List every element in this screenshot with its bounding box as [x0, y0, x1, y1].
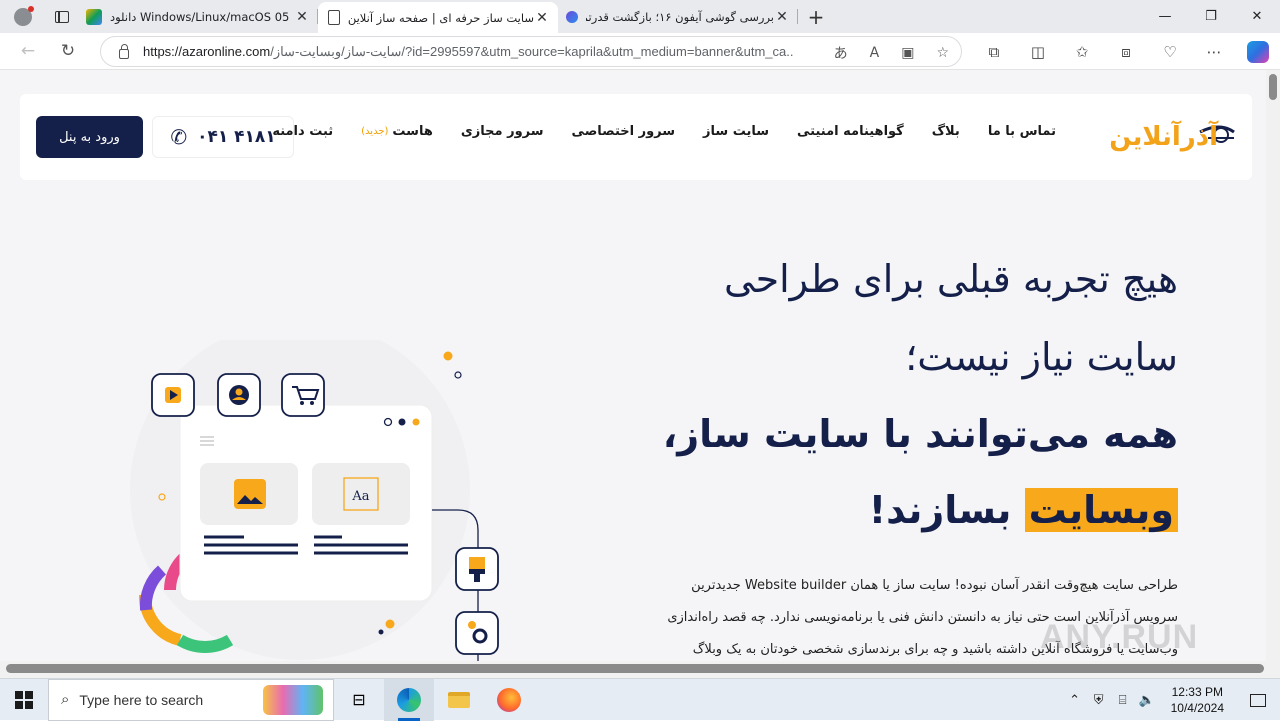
hero-heading: هیچ تجربه قبلی برای طراحی سایت نیاز نیست… — [618, 240, 1178, 548]
nav-blog[interactable]: بلاگ — [918, 124, 974, 139]
volume-icon[interactable]: 🔈 — [1135, 693, 1159, 708]
site-builder-illustration: Aa — [110, 320, 530, 661]
tab-title: سایت ساز حرفه ای | صفحه ساز آنلاین — [348, 10, 534, 25]
split-screen-icon[interactable]: ◫ — [1016, 33, 1060, 70]
firefox-button[interactable] — [484, 679, 534, 721]
vertical-scrollbar[interactable] — [1266, 70, 1280, 661]
extensions-icon[interactable]: ⧉ — [972, 33, 1016, 70]
edge-icon — [397, 687, 421, 712]
tab-title: دانلود Windows/Linux/macOS 05 — [110, 9, 290, 24]
hero-line-3: همه می‌توانند با سایت ساز، — [662, 412, 1178, 456]
file-explorer-button[interactable] — [434, 679, 484, 721]
login-panel-button[interactable]: ورود به پنل — [36, 116, 143, 158]
nav-site-builder[interactable]: سایت ساز — [689, 124, 783, 139]
main-nav: ثبت دامنه هاست (جدید) سرور مجازی سرور اخت… — [258, 124, 1070, 139]
restore-button[interactable]: ❐ — [1188, 0, 1234, 33]
phone-icon: ✆ — [170, 125, 188, 149]
description-line: طراحی سایت هیچ‌وقت انقدر آسان نبوده! سای… — [691, 578, 1178, 593]
favorites-icon[interactable]: ✩ — [1060, 33, 1104, 70]
windows-taskbar: ⌕ Type here to search ⊟ ⌃ ⛨ ⌸ 🔈 12:33 PM… — [0, 678, 1280, 721]
nav-vps[interactable]: سرور مجازی — [447, 124, 558, 139]
tab-close-icon[interactable]: ✕ — [294, 9, 310, 25]
task-view-button[interactable]: ⊟ — [334, 679, 384, 721]
search-placeholder: Type here to search — [79, 691, 204, 708]
clock[interactable]: 12:33 PM 10/4/2024 — [1159, 684, 1236, 716]
notification-dot — [28, 6, 34, 12]
watermark: ANY.RUN — [1040, 618, 1199, 656]
tab-favicon-icon — [86, 8, 102, 25]
security-icon[interactable]: ⛨ — [1087, 693, 1111, 708]
favorite-star-icon[interactable]: ☆ — [936, 45, 949, 61]
back-button[interactable]: ← — [8, 33, 48, 70]
firefox-icon — [497, 687, 521, 712]
tab-2-active[interactable]: سایت ساز حرفه ای | صفحه ساز آنلاین ✕ — [318, 2, 558, 33]
copilot-button[interactable] — [1236, 33, 1280, 70]
read-aloud-icon[interactable]: A — [870, 45, 880, 61]
translate-icon[interactable]: あ — [834, 43, 848, 63]
more-menu-icon[interactable]: ⋯ — [1192, 33, 1236, 70]
browser-essentials-icon[interactable]: ♡ — [1148, 33, 1192, 70]
copilot-icon — [1247, 40, 1269, 63]
tab-title: بررسی گوشی آیفون ۱۶؛ بازگشت قدرتمند — [586, 9, 774, 24]
profile-button[interactable] — [0, 0, 46, 33]
tab-favicon-icon — [566, 10, 578, 23]
search-icon: ⌕ — [61, 691, 70, 708]
site-header: آذرآنلاین ثبت دامنه هاست (جدید) سرور مجاز… — [20, 94, 1252, 180]
hero-line-2: سایت نیاز نیست؛ — [905, 335, 1178, 379]
hero-highlight: وبسایت — [1024, 488, 1178, 532]
site-logo[interactable]: آذرآنلاین — [1109, 118, 1236, 158]
url-field[interactable]: https://azaronline.com/سایت-ساز/وبسایت-س… — [100, 36, 962, 67]
immersive-reader-icon[interactable]: ▣ — [901, 45, 914, 61]
tab-close-icon[interactable]: ✕ — [534, 10, 550, 26]
folder-icon — [448, 691, 470, 708]
search-highlight-icon — [263, 684, 323, 715]
new-badge: (جدید) — [361, 126, 389, 137]
tab-actions-button[interactable] — [46, 0, 78, 33]
nav-dedicated-server[interactable]: سرور اختصاصی — [558, 124, 690, 139]
notification-icon — [1250, 693, 1266, 707]
svg-text:Aa: Aa — [351, 489, 369, 504]
show-hidden-icons-icon[interactable]: ⌃ — [1063, 693, 1087, 708]
lock-icon[interactable] — [119, 43, 129, 59]
tab-1[interactable]: دانلود Windows/Linux/macOS 05 ✕ — [78, 0, 318, 33]
tab-actions-icon — [55, 10, 69, 23]
phone-number-button[interactable]: ✆ ۰۴۱ ۴۱۸۱ — [152, 116, 294, 158]
horizontal-scrollbar[interactable] — [0, 661, 1280, 678]
url-text: https://azaronline.com/سایت-ساز/وبسایت-س… — [143, 43, 793, 59]
edge-taskbar-button[interactable] — [384, 678, 434, 721]
collections-icon[interactable]: ⧈ — [1104, 33, 1148, 70]
windows-logo-icon — [15, 690, 33, 709]
page-icon — [328, 10, 340, 25]
phone-number: ۰۴۱ ۴۱۸۱ — [197, 127, 276, 147]
tab-3[interactable]: بررسی گوشی آیفون ۱۶؛ بازگشت قدرتمند ✕ — [558, 0, 798, 33]
minimize-button[interactable]: — — [1142, 0, 1188, 33]
network-icon[interactable]: ⌸ — [1111, 693, 1135, 708]
taskbar-search[interactable]: ⌕ Type here to search — [48, 678, 334, 721]
clock-time: 12:33 PM — [1171, 685, 1223, 699]
tab-close-icon[interactable]: ✕ — [774, 9, 790, 25]
hero-line-1: هیچ تجربه قبلی برای طراحی — [723, 257, 1178, 301]
web-page: آذرآنلاین ثبت دامنه هاست (جدید) سرور مجاز… — [0, 70, 1266, 661]
nav-contact[interactable]: تماس با ما — [974, 124, 1070, 139]
tab-strip: دانلود Windows/Linux/macOS 05 ✕ سایت ساز… — [0, 0, 1280, 33]
new-tab-button[interactable]: + — [798, 0, 834, 33]
close-window-button[interactable]: ✕ — [1234, 0, 1280, 33]
notifications-button[interactable] — [1236, 679, 1280, 721]
hero-line-4: وبسایت بسازند! — [618, 472, 1178, 548]
address-bar-row: ← ↻ https://azaronline.com/سایت-ساز/وبسا… — [0, 33, 1280, 70]
refresh-button[interactable]: ↻ — [48, 33, 88, 70]
start-button[interactable] — [0, 679, 48, 721]
nav-ssl-certificate[interactable]: گواهینامه امنیتی — [783, 124, 918, 139]
nav-hosting[interactable]: هاست (جدید) — [347, 124, 447, 139]
logo-text: آذرآنلاین — [1109, 122, 1219, 152]
clock-date: 10/4/2024 — [1170, 701, 1224, 715]
